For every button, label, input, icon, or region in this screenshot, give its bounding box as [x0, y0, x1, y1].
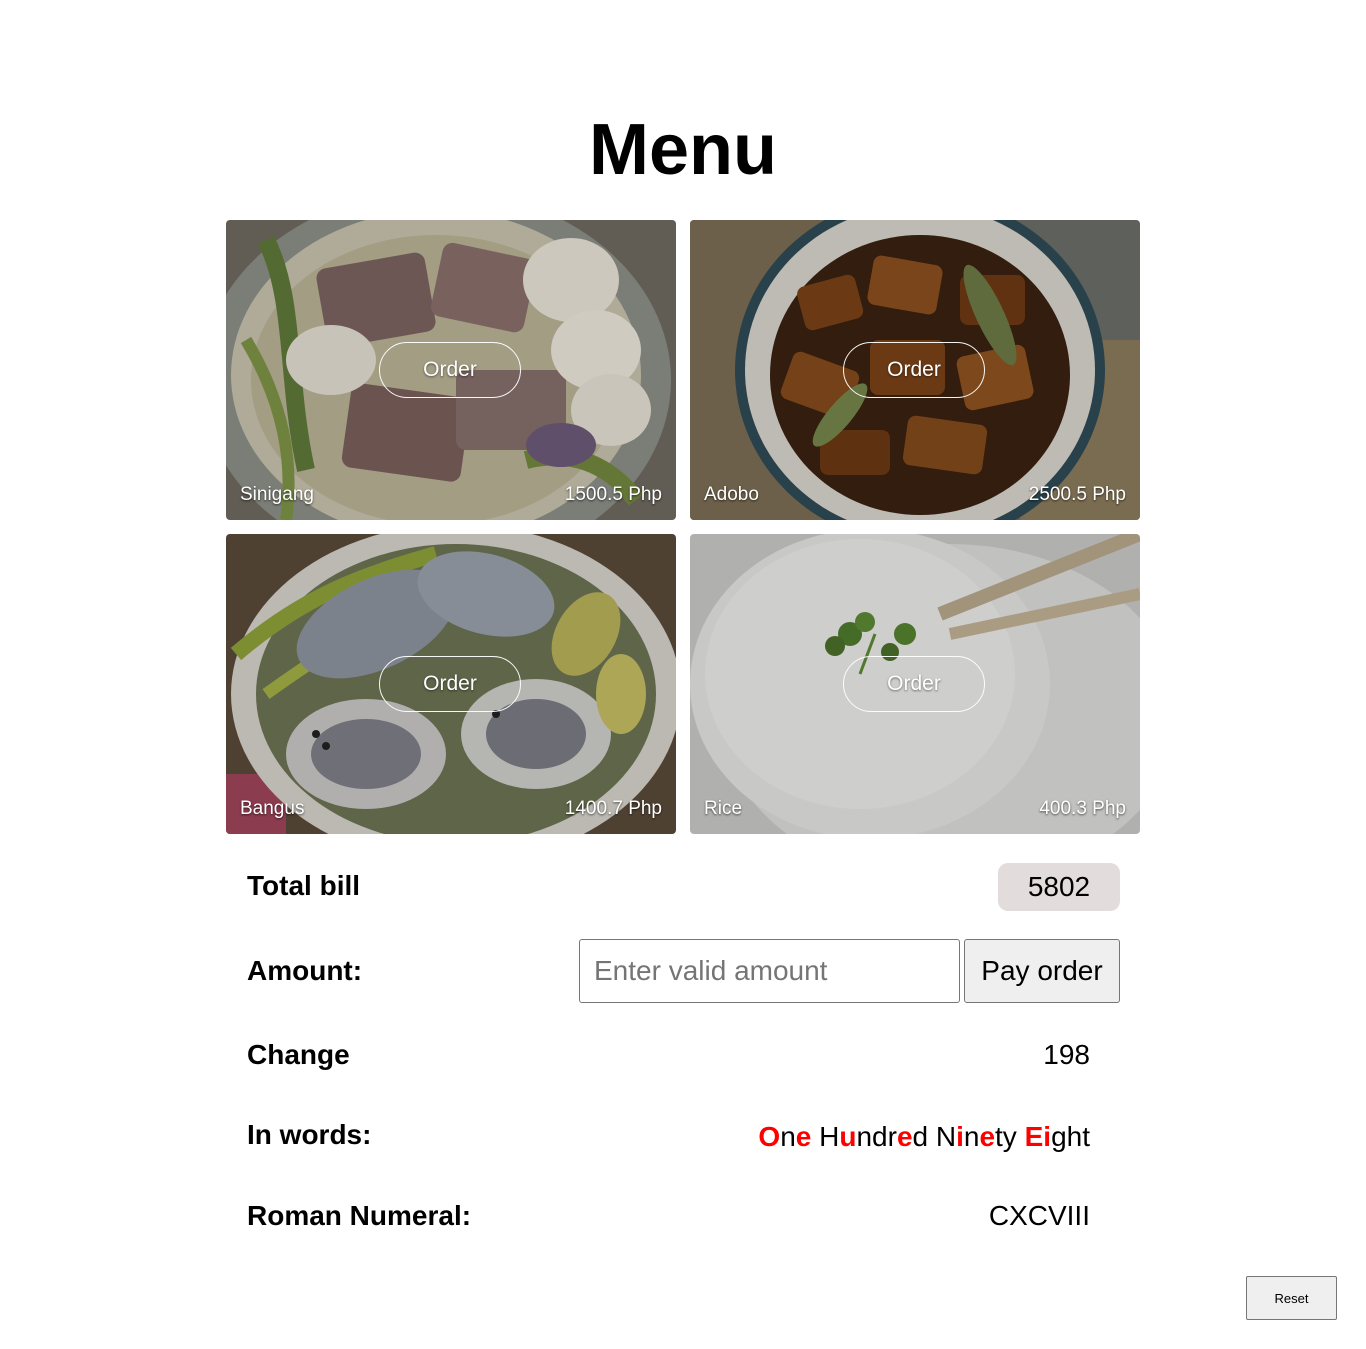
dish-name: Adobo [704, 484, 759, 505]
menu-card-rice: Order Rice 400.3 Php [690, 534, 1140, 834]
word-segment: H [811, 1121, 840, 1152]
amount-label: Amount: [247, 955, 363, 986]
word-segment: i [956, 1121, 964, 1152]
word-segment: e [896, 1121, 913, 1152]
amount-input[interactable] [579, 939, 960, 1003]
word-segment: ndr [856, 1121, 897, 1152]
word-segment: n [963, 1121, 980, 1152]
in-words-label: In words: [247, 1119, 372, 1150]
dish-name: Sinigang [240, 484, 314, 505]
word-segment: e [979, 1121, 996, 1152]
pay-order-button[interactable]: Pay order [964, 939, 1120, 1003]
word-segment: ght [1051, 1121, 1090, 1152]
change-value: 198 [1043, 1039, 1090, 1070]
word-segment: O [758, 1121, 781, 1152]
menu-card-bangus: Order Bangus 1400.7 Php [226, 534, 676, 834]
dish-price: 2500.5 Php [1028, 484, 1126, 505]
total-bill-label: Total bill [247, 870, 361, 901]
roman-numeral-label: Roman Numeral: [247, 1200, 472, 1231]
dish-price: 400.3 Php [1039, 798, 1126, 819]
word-segment: u [839, 1121, 857, 1152]
page-title: Menu [589, 110, 777, 190]
reset-button[interactable]: Reset [1246, 1276, 1337, 1320]
dish-name: Rice [704, 798, 743, 819]
menu-card-sinigang: Order Sinigang 1500.5 Php [226, 220, 676, 520]
dish-price: 1500.5 Php [564, 484, 662, 505]
menu-card-adobo: Order Adobo 2500.5 Php [690, 220, 1140, 520]
order-button-bangus[interactable]: Order [379, 656, 521, 712]
order-button-adobo[interactable]: Order [843, 342, 985, 398]
word-segment: Ei [1024, 1121, 1052, 1152]
word-segment: e [795, 1121, 812, 1152]
change-in-words: One Hundred Ninety Eight [758, 1120, 1090, 1154]
total-bill-value: 5802 [998, 863, 1120, 911]
word-segment: d N [912, 1121, 957, 1152]
order-button-rice[interactable]: Order [843, 656, 985, 712]
dish-name: Bangus [240, 798, 305, 819]
dish-price: 1400.7 Php [564, 798, 662, 819]
word-segment: ty [995, 1121, 1025, 1152]
order-button-sinigang[interactable]: Order [379, 342, 521, 398]
change-label: Change [247, 1039, 350, 1070]
roman-numeral-value: CXCVIII [988, 1200, 1090, 1231]
word-segment: n [780, 1121, 796, 1152]
